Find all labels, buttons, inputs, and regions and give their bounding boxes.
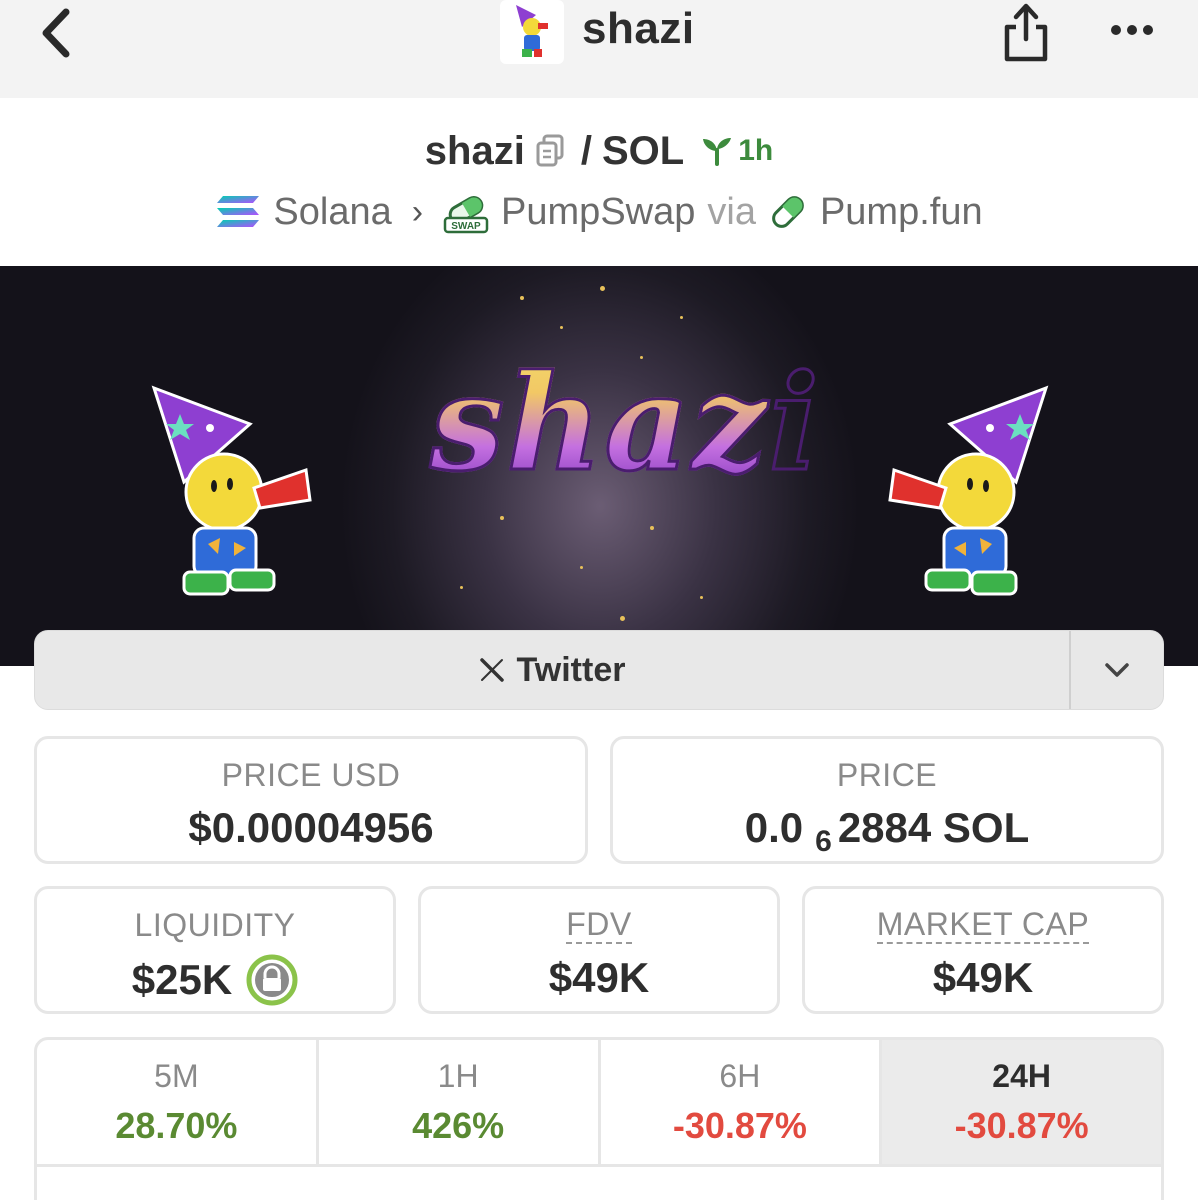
banner-sparkle <box>500 516 504 520</box>
price-usd-label: PRICE USD <box>221 757 401 793</box>
timeframe-change: -30.87% <box>954 1105 1089 1146</box>
price-native-suffix: 2884 SOL <box>837 804 1030 851</box>
timeframe-label: 6H <box>719 1058 761 1094</box>
pair-quote-symbol: SOL <box>601 128 685 173</box>
timeframe-label: 5M <box>154 1058 199 1094</box>
banner-sparkle <box>620 616 625 621</box>
banner-sparkle <box>460 586 463 589</box>
timeframe-change: 28.70% <box>115 1105 238 1146</box>
fdv-card: FDV $49K <box>418 886 780 1014</box>
banner-logo-text: shazi <box>429 345 821 503</box>
token-mascot-icon <box>516 5 548 57</box>
token-avatar <box>500 0 564 64</box>
pair-age-badge: 1h <box>700 134 773 168</box>
timeframe-tab-6h[interactable]: 6H -30.87% <box>601 1040 883 1164</box>
chain-link[interactable]: Solana <box>273 191 391 234</box>
fdv-value: $49K <box>548 954 650 1002</box>
twitter-label: Twitter <box>516 650 626 689</box>
lock-icon[interactable] <box>246 954 298 1006</box>
twitter-button[interactable]: Twitter <box>35 631 1069 709</box>
liquidity-value: $25K <box>131 956 233 1003</box>
timeframe-change: 426% <box>412 1105 505 1146</box>
wizard-mascot-left <box>151 385 312 596</box>
price-change-row: 5M 28.70% 1H 426% 6H -30.87% 24H -30.87% <box>37 1040 1161 1167</box>
chevron-down-icon <box>1105 663 1129 677</box>
liquidity-label: LIQUIDITY <box>134 907 296 943</box>
timeframe-tab-5m[interactable]: 5M 28.70% <box>37 1040 319 1164</box>
token-banner: shazi <box>0 266 1198 666</box>
chevron-right-icon: › <box>411 192 424 231</box>
timeframe-label: 24H <box>992 1058 1051 1094</box>
price-usd-card: PRICE USD $0.00004956 <box>34 736 588 864</box>
social-expand-button[interactable] <box>1071 631 1163 709</box>
price-usd-value: $0.00004956 <box>188 804 434 851</box>
pair-header: shazi / SOL 1h <box>0 124 1198 178</box>
pair-separator: / <box>580 128 592 173</box>
more-dot <box>1143 25 1153 35</box>
timeframe-tab-24h[interactable]: 24H -30.87% <box>882 1040 1161 1164</box>
banner-sparkle <box>580 566 583 569</box>
price-native-card: PRICE 0.0 6 2884 SOL <box>610 736 1164 864</box>
price-native-value: 0.0 6 2884 SOL <box>613 804 1161 858</box>
back-button[interactable] <box>30 6 80 60</box>
chevron-left-icon <box>42 8 70 58</box>
copy-icon[interactable] <box>535 134 565 168</box>
pumpswap-icon: SWAP <box>443 196 489 234</box>
pair-base-symbol: shazi <box>424 128 525 173</box>
market-cap-card: MARKET CAP $49K <box>802 886 1164 1014</box>
liquidity-card: LIQUIDITY $25K <box>34 886 396 1014</box>
more-dot <box>1111 25 1121 35</box>
seedling-icon <box>703 138 732 166</box>
solana-icon <box>217 196 260 227</box>
banner-sparkle <box>700 596 703 599</box>
market-cap-value: $49K <box>932 954 1034 1002</box>
wizard-mascot-right <box>888 385 1049 596</box>
price-native-prefix: 0.0 <box>744 804 804 851</box>
x-logo-icon <box>479 658 504 682</box>
fdv-label[interactable]: FDV <box>566 906 632 945</box>
pair-age-text: 1h <box>738 134 774 167</box>
via-text: via <box>707 190 756 233</box>
price-native-label: PRICE <box>836 757 938 793</box>
price-change-table: 5M 28.70% 1H 426% 6H -30.87% 24H -30.87% <box>34 1037 1164 1200</box>
more-dot <box>1127 25 1137 35</box>
banner-sparkle <box>680 316 683 319</box>
pill-icon <box>772 196 804 228</box>
share-button[interactable] <box>998 0 1054 64</box>
price-native-zero-count: 6 <box>815 825 832 858</box>
top-nav-bar: shazi <box>0 0 1198 98</box>
banner-sparkle <box>560 326 563 329</box>
market-cap-label[interactable]: MARKET CAP <box>876 906 1090 945</box>
timeframe-label: 1H <box>437 1058 479 1094</box>
banner-sparkle <box>650 526 654 530</box>
banner-sparkle <box>520 296 524 300</box>
dex-link[interactable]: PumpSwap <box>501 191 695 234</box>
pumpswap-badge-text: SWAP <box>451 221 481 232</box>
timeframe-change: -30.87% <box>672 1105 807 1146</box>
social-links-bar: Twitter <box>34 630 1164 710</box>
launchpad-link[interactable]: Pump.fun <box>820 191 983 234</box>
share-icon <box>1004 3 1048 62</box>
more-options-button[interactable] <box>1104 10 1160 50</box>
page-title: shazi <box>582 4 695 53</box>
route-breadcrumb: Solana › SWAP PumpSwap via Pump.fun <box>0 186 1198 238</box>
banner-sparkle <box>600 286 605 291</box>
timeframe-tab-1h[interactable]: 1H 426% <box>319 1040 601 1164</box>
liquidity-value-row: $25K <box>37 954 393 1006</box>
